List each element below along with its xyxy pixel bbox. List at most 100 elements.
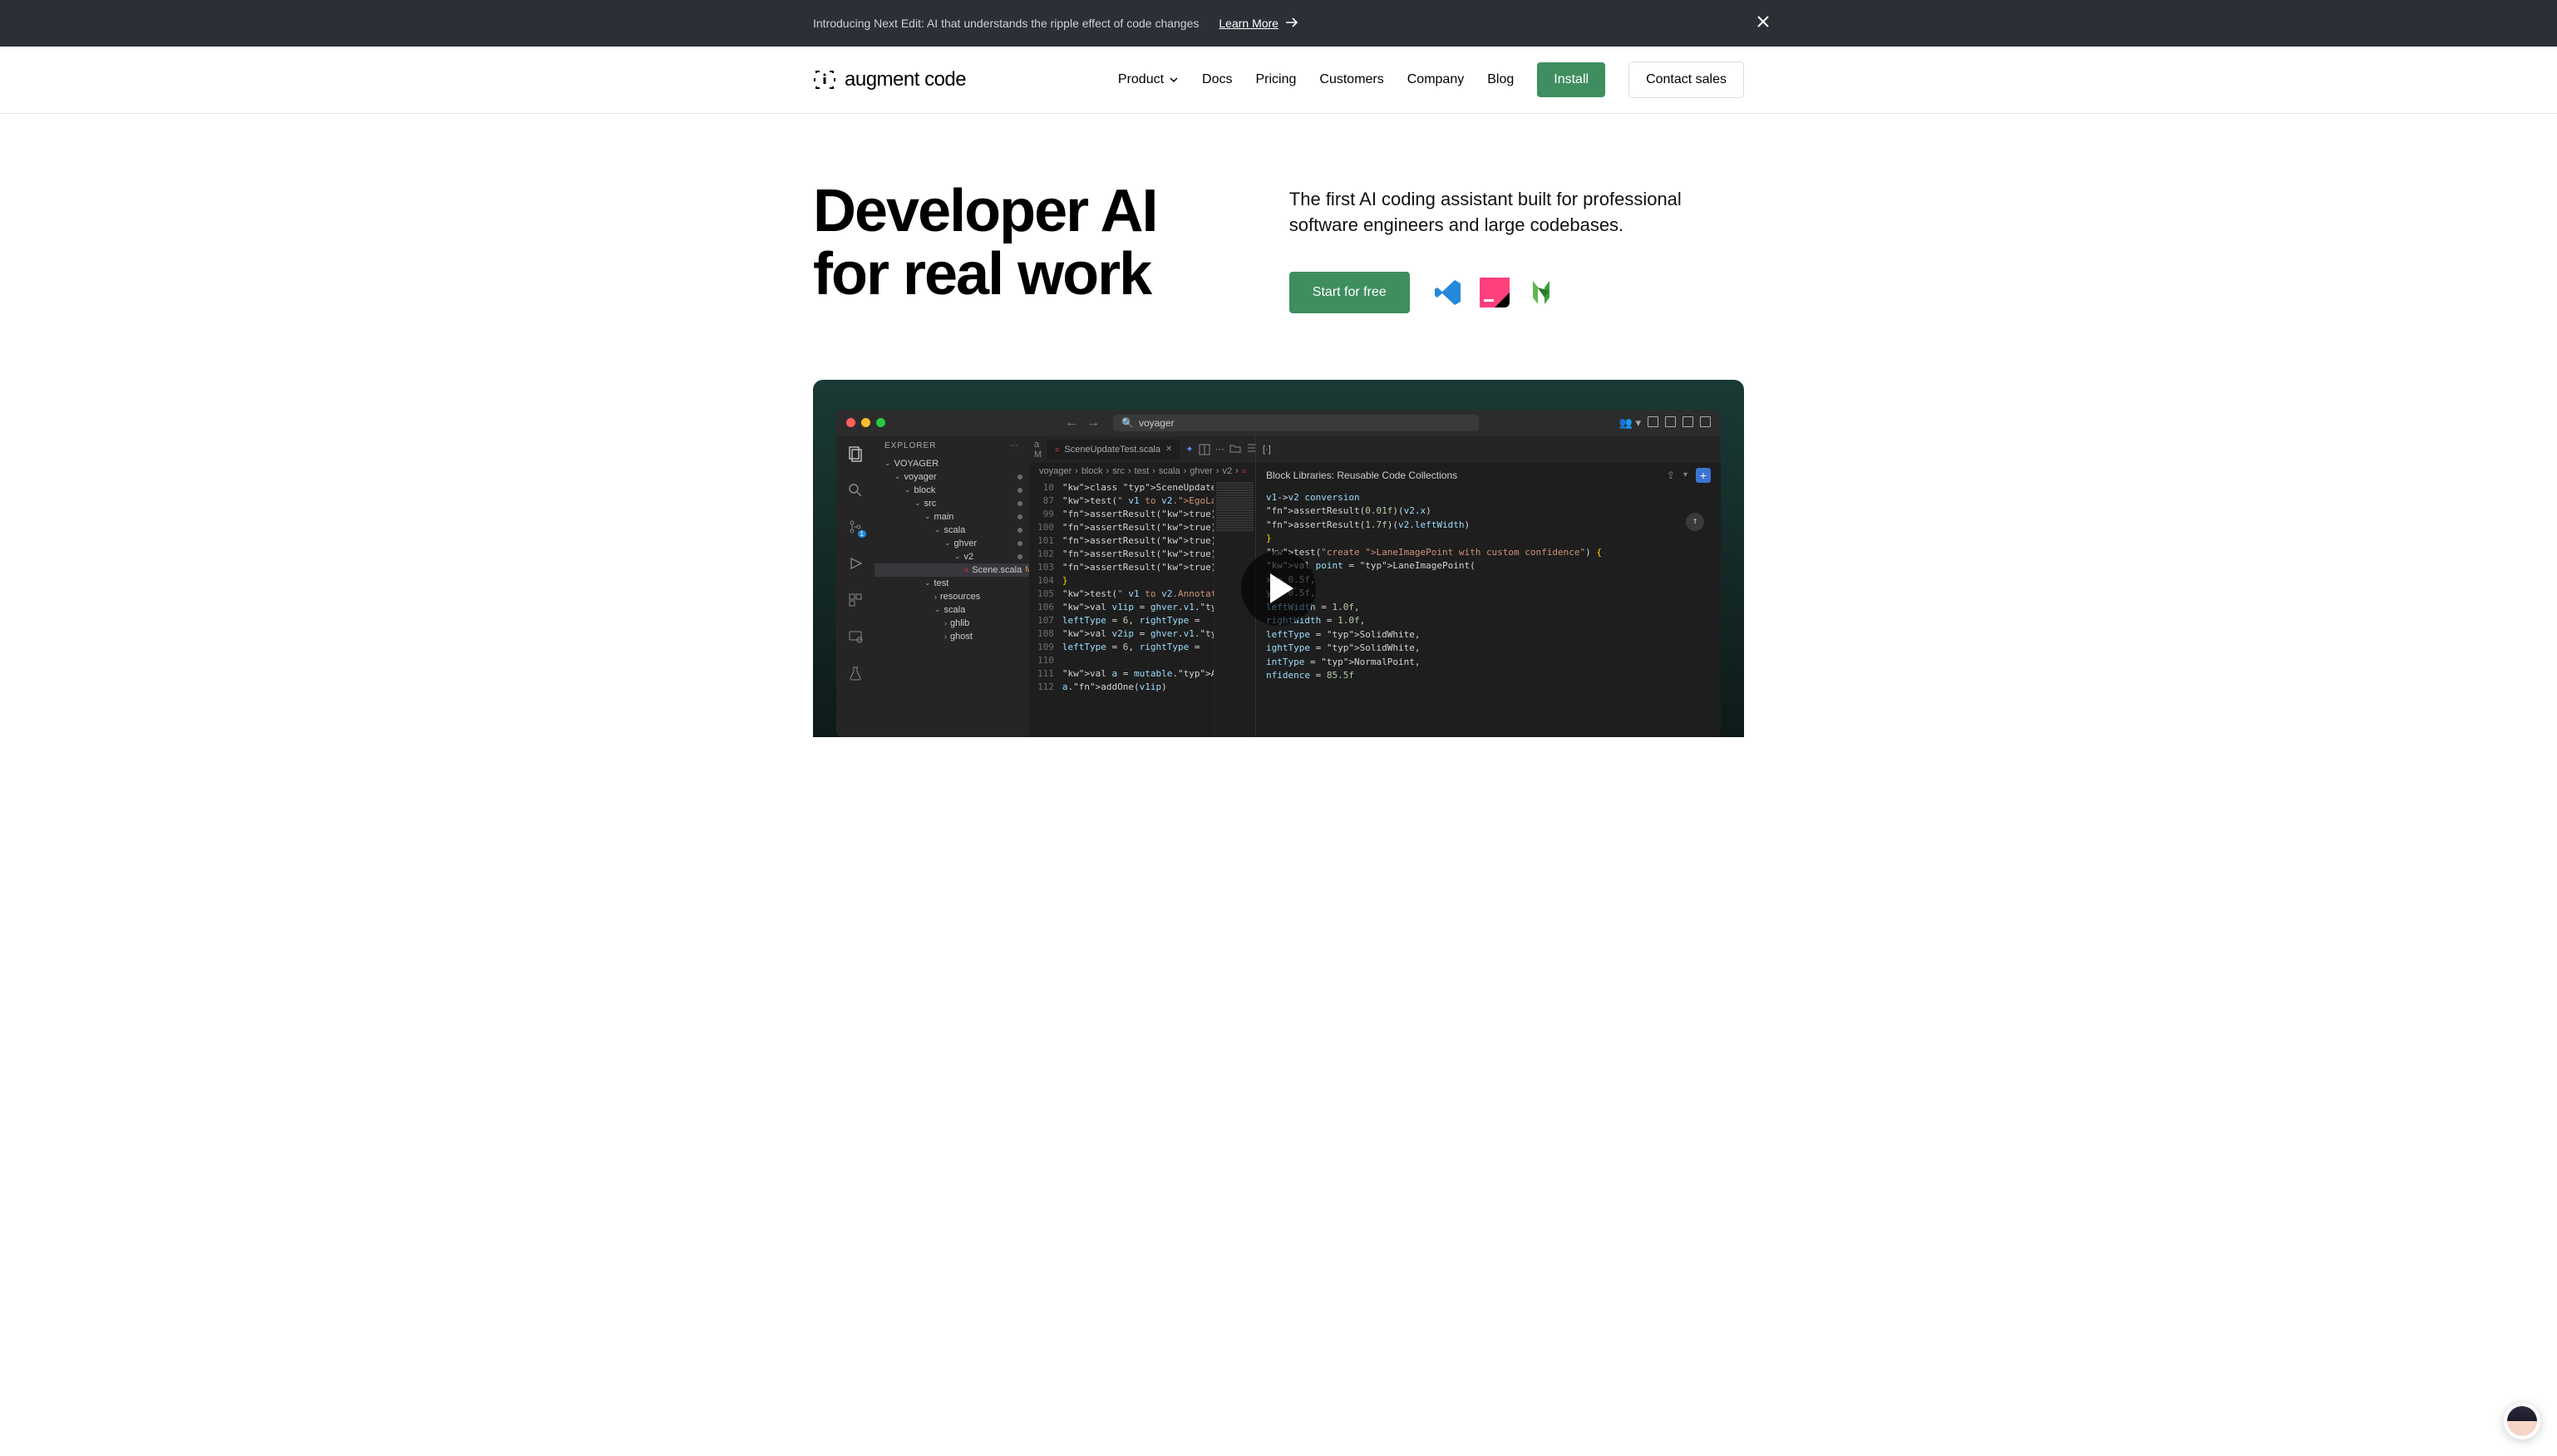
file-explorer: EXPLORER ⋯ ⌄VOYAGER ⌄voyager ⌄block ⌄src… (875, 436, 1029, 737)
augment-logo-icon[interactable]: [·] (1263, 445, 1271, 455)
tree-item[interactable]: ⌄ghver (875, 537, 1029, 550)
explorer-icon[interactable] (846, 445, 865, 463)
copilot-icon[interactable]: 👥 ▾ (1619, 416, 1641, 430)
titlebar-layout-icons: 👥 ▾ (1619, 416, 1711, 430)
neovim-icon[interactable] (1526, 278, 1556, 307)
breadcrumb-item[interactable]: voyager (1039, 466, 1072, 476)
vscode-icon[interactable] (1433, 278, 1463, 307)
tree-item[interactable]: ⌄voyager (875, 470, 1029, 484)
editor-folder-icon[interactable] (1229, 442, 1241, 456)
nav-blog[interactable]: Blog (1487, 72, 1514, 87)
learn-more-link[interactable]: Learn More (1219, 17, 1298, 30)
layout-icon-1[interactable] (1648, 416, 1658, 427)
extensions-icon[interactable] (846, 591, 865, 609)
announcement-banner: Introducing Next Edit: AI that understan… (0, 0, 2557, 47)
assistant-code-body[interactable]: ↑ v1->v2 conversion "fn">assertResult(0.… (1256, 488, 1721, 737)
tab-ai-icon[interactable]: ✦ (1185, 444, 1193, 455)
tree-label: scala (944, 605, 966, 615)
contact-sales-button[interactable]: Contact sales (1628, 61, 1744, 98)
search-text: voyager (1139, 417, 1175, 429)
logo[interactable]: augment code (813, 68, 966, 91)
tab-more-icon[interactable]: ⋯ (1215, 444, 1224, 455)
hero-subtitle: The first AI coding assistant built for … (1289, 187, 1744, 239)
breadcrumb-bar[interactable]: voyager› block› src› test› scala› ghver›… (1029, 463, 1255, 480)
breadcrumb-item[interactable]: ghver (1190, 466, 1213, 476)
dirty-dot-icon (1017, 488, 1022, 493)
tree-item[interactable]: ›ghlib (875, 617, 1029, 630)
assistant-header: Block Libraries: Reusable Code Collectio… (1256, 463, 1721, 488)
dirty-dot-icon (1017, 541, 1022, 546)
tree-item[interactable]: ›ghost (875, 630, 1029, 643)
command-palette[interactable]: 🔍 voyager (1113, 415, 1479, 431)
nav-customers[interactable]: Customers (1319, 72, 1383, 87)
nav-company[interactable]: Company (1407, 72, 1464, 87)
tree-item[interactable]: ⌄main (875, 510, 1029, 524)
play-button[interactable] (1241, 551, 1316, 626)
tree-label: v2 (964, 552, 974, 562)
traffic-lights (846, 418, 885, 427)
file-tree: ⌄VOYAGER ⌄voyager ⌄block ⌄src ⌄main ⌄sca… (875, 455, 1029, 645)
source-control-icon[interactable]: 1 (846, 518, 865, 536)
tree-item[interactable]: ›resources (875, 590, 1029, 603)
add-panel-icon[interactable]: + (1696, 468, 1711, 483)
code-editor-left[interactable]: 1087991001011021031041051061071081091101… (1029, 480, 1255, 737)
breadcrumb-item[interactable]: block (1081, 466, 1103, 476)
scala-file-icon: ≡ (964, 566, 968, 574)
layout-icon-2[interactable] (1665, 416, 1676, 427)
tree-item[interactable]: ⌄v2 (875, 550, 1029, 563)
tab-prefix: a M (1034, 440, 1042, 460)
remote-icon[interactable] (846, 627, 865, 646)
close-tab-icon[interactable]: ✕ (1165, 445, 1172, 454)
maximize-window-icon (876, 418, 885, 427)
nav-pricing[interactable]: Pricing (1255, 72, 1296, 87)
back-arrow-icon[interactable]: ← (1065, 416, 1078, 430)
layout-icon-3[interactable] (1682, 416, 1693, 427)
jetbrains-icon[interactable] (1480, 278, 1510, 307)
run-debug-icon[interactable] (846, 554, 865, 573)
editor-tab-bar: a M ≡ SceneUpdateTest.scala ✕ ✦ ⋯ ✕ (1029, 436, 1255, 463)
breadcrumb-item[interactable]: src (1112, 466, 1125, 476)
explorer-more-icon[interactable]: ⋯ (1010, 441, 1019, 450)
tree-label: test (934, 578, 949, 588)
tree-item[interactable]: ⌄test (875, 577, 1029, 590)
nav-docs[interactable]: Docs (1202, 72, 1232, 87)
dirty-dot-icon (1017, 475, 1022, 480)
tree-file-scene[interactable]: ≡Scene.scalaM (875, 563, 1029, 577)
testing-icon[interactable] (846, 664, 865, 682)
tree-item[interactable]: ⌄src (875, 497, 1029, 510)
tree-root[interactable]: ⌄VOYAGER (875, 457, 1029, 470)
breadcrumb-item[interactable]: scala (1159, 466, 1180, 476)
tree-item[interactable]: ⌄scala (875, 603, 1029, 617)
hero-title: Developer AI for real work (813, 180, 1223, 306)
share-icon[interactable]: ⇪ (1667, 470, 1675, 481)
search-activity-icon[interactable] (846, 481, 865, 499)
assistant-panel: [·] Block Libraries: Reusable Code Colle… (1255, 436, 1721, 737)
explorer-header: EXPLORER ⋯ (875, 436, 1029, 455)
scroll-up-icon[interactable]: ↑ (1686, 513, 1704, 531)
code-body[interactable]: "kw">class "typ">SceneUpdateTest "kw">ex… (1062, 480, 1214, 737)
breadcrumb-item[interactable]: test (1135, 466, 1150, 476)
breadcrumb-item[interactable]: v2 (1222, 466, 1232, 476)
dirty-dot-icon (1017, 514, 1022, 519)
editor-tab[interactable]: ≡ SceneUpdateTest.scala ✕ (1047, 440, 1180, 460)
hero-title-line2: for real work (813, 241, 1150, 307)
logo-text: augment code (845, 68, 966, 91)
arrow-right-icon (1285, 17, 1298, 30)
close-icon[interactable] (1756, 14, 1771, 33)
video-card: ← → 🔍 voyager 👥 ▾ (813, 380, 1744, 737)
nav-product[interactable]: Product (1118, 72, 1179, 87)
nav-product-label: Product (1118, 72, 1164, 87)
tree-item[interactable]: ⌄block (875, 484, 1029, 497)
layout-icon-4[interactable] (1700, 416, 1711, 427)
tree-label: ghost (950, 632, 973, 642)
assistant-tabbar: [·] (1256, 436, 1721, 463)
tree-file-label: Scene.scala (972, 565, 1022, 575)
chevron-down-icon[interactable]: ▾ (1683, 470, 1687, 480)
split-editor-icon[interactable] (1199, 444, 1210, 455)
install-button[interactable]: Install (1537, 62, 1605, 97)
forward-arrow-icon[interactable]: → (1086, 416, 1100, 430)
dirty-dot-icon (1017, 554, 1022, 559)
chat-widget-button[interactable] (2504, 1403, 2540, 1439)
start-for-free-button[interactable]: Start for free (1289, 272, 1410, 313)
tree-item[interactable]: ⌄scala (875, 524, 1029, 537)
